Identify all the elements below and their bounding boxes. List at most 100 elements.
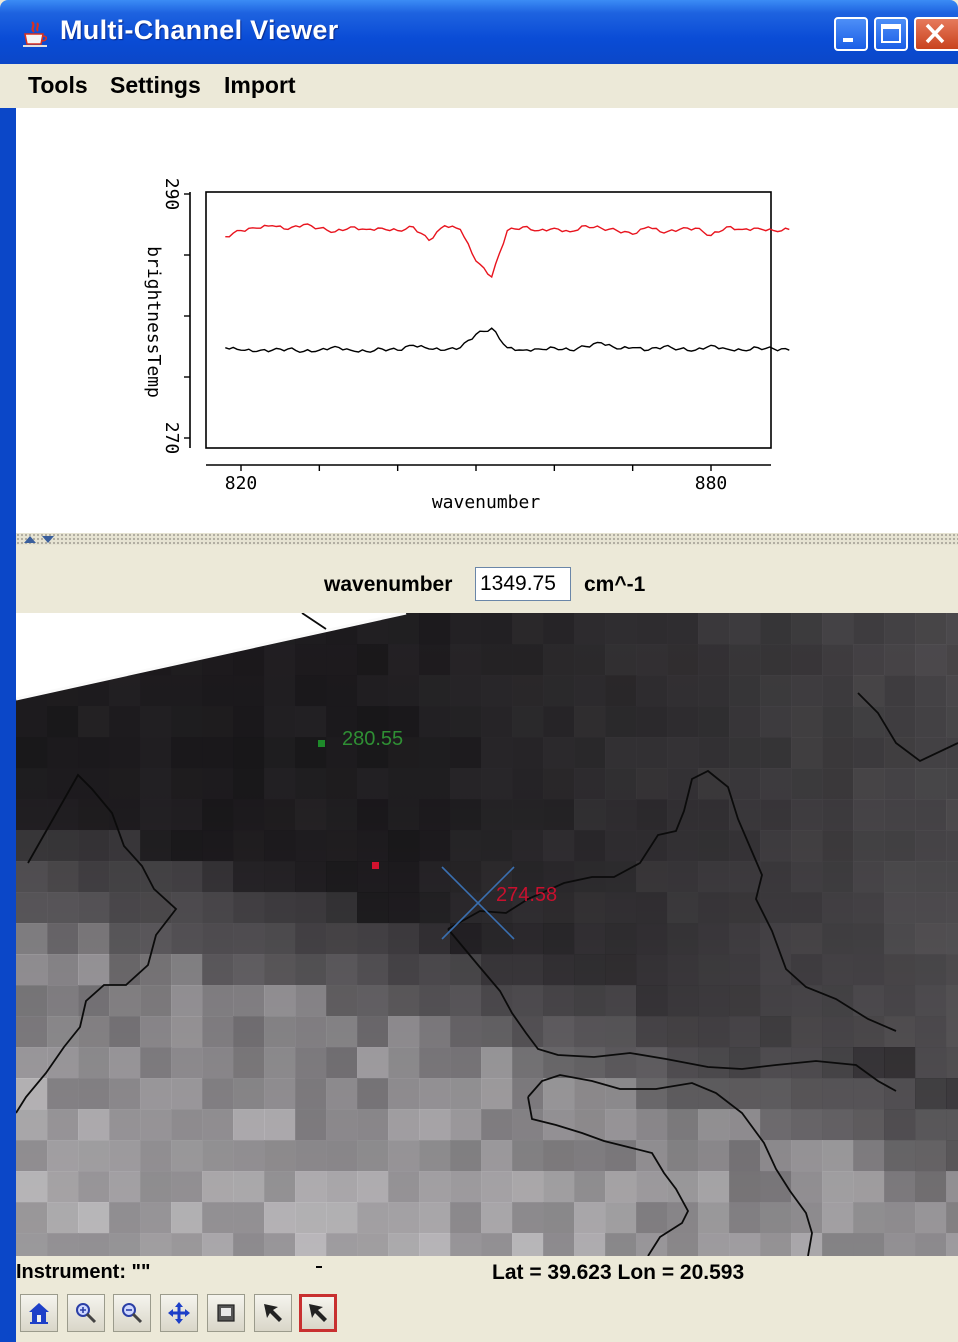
map-pixel [946, 644, 958, 676]
map-pixel [419, 830, 451, 862]
map-svg[interactable]: 280.55 274.58 [16, 613, 958, 1256]
y-axis-label: brightnessTemp [143, 246, 164, 398]
menu-tools[interactable]: Tools [28, 72, 88, 99]
map-pixel [636, 1202, 668, 1234]
map-pixel [667, 737, 699, 769]
menu-import[interactable]: Import [224, 72, 296, 99]
map-pixel [853, 1109, 885, 1141]
split-pane-divider[interactable] [16, 533, 958, 545]
wavenumber-input[interactable] [475, 567, 571, 601]
map-pixel [636, 892, 668, 924]
probe-point-red[interactable] [372, 862, 379, 869]
map-pixel [140, 1202, 172, 1234]
map-pixel [698, 861, 730, 893]
map-pixel [760, 1202, 792, 1234]
map-pixel [822, 613, 854, 645]
map-pixel [16, 768, 48, 800]
pan-icon [168, 1302, 190, 1324]
home-button[interactable] [20, 1294, 58, 1332]
map-pixel [884, 1233, 916, 1256]
image-map-view[interactable]: 280.55 274.58 [16, 613, 958, 1256]
pointer-button[interactable] [254, 1294, 292, 1332]
spectrum-chart-panel[interactable]: 820 880 290 270 wavenumber brightnessTem… [16, 108, 958, 533]
map-pixel [481, 737, 513, 769]
probe-point-green[interactable] [318, 740, 325, 747]
map-pixel [171, 861, 203, 893]
split-arrows-icon[interactable] [22, 534, 66, 544]
map-pixel [264, 1233, 296, 1256]
map-pixel [946, 675, 958, 707]
map-pixel [760, 706, 792, 738]
map-pixel [729, 985, 761, 1017]
map-pixel [543, 1171, 575, 1203]
map-pixel [16, 737, 48, 769]
map-pixel [760, 768, 792, 800]
zoom-in-button[interactable] [67, 1294, 105, 1332]
map-pixel [419, 985, 451, 1017]
menu-settings[interactable]: Settings [110, 72, 201, 99]
map-pixel [574, 799, 606, 831]
map-pixel [853, 954, 885, 986]
map-pixel [884, 892, 916, 924]
pan-button[interactable] [160, 1294, 198, 1332]
map-pixel [202, 1109, 234, 1141]
map-pixel [357, 1233, 389, 1256]
map-pixel [667, 675, 699, 707]
map-pixel [853, 861, 885, 893]
map-pixel [450, 830, 482, 862]
map-pixel [171, 706, 203, 738]
map-pixel [729, 1047, 761, 1079]
map-pixel [853, 1233, 885, 1256]
map-pixel [326, 675, 358, 707]
map-pixel [326, 923, 358, 955]
maximize-button[interactable] [874, 17, 908, 51]
map-pixel [171, 830, 203, 862]
map-pixel [233, 954, 265, 986]
map-pixel [636, 613, 668, 645]
map-pixel [667, 830, 699, 862]
map-pixel [512, 644, 544, 676]
select-box-button[interactable] [207, 1294, 245, 1332]
close-button[interactable] [914, 17, 958, 51]
map-pixel [791, 954, 823, 986]
map-pixel [357, 675, 389, 707]
map-pixel [295, 799, 327, 831]
map-pixel [946, 799, 958, 831]
map-pixel [822, 1140, 854, 1172]
spectrum-chart[interactable]: 820 880 290 270 wavenumber brightnessTem… [16, 108, 958, 533]
map-pixel [698, 644, 730, 676]
map-pixel [388, 799, 420, 831]
map-pixel [78, 923, 110, 955]
map-pixel [78, 1233, 110, 1256]
map-pixel [543, 1078, 575, 1110]
map-pixel [295, 675, 327, 707]
map-pixel [698, 737, 730, 769]
map-pixel [326, 1109, 358, 1141]
zoom-in-icon [76, 1303, 97, 1324]
map-pixel [605, 1171, 637, 1203]
map-pixel [884, 706, 916, 738]
map-pixel [574, 768, 606, 800]
map-pixel [729, 923, 761, 955]
map-pixel [326, 1140, 358, 1172]
map-pixel [295, 1233, 327, 1256]
map-pixel [233, 706, 265, 738]
minimize-button[interactable] [834, 17, 868, 51]
zoom-out-button[interactable] [113, 1294, 151, 1332]
title-bar[interactable]: Multi-Channel Viewer [0, 0, 958, 64]
map-pixel [698, 1047, 730, 1079]
map-pixel [760, 923, 792, 955]
series-line-2 [225, 327, 790, 354]
map-pixel [481, 768, 513, 800]
probe-pointer-button[interactable] [299, 1294, 337, 1332]
map-toolbar [16, 1290, 958, 1342]
map-pixel [202, 1016, 234, 1048]
map-pixel [233, 1109, 265, 1141]
map-pixel [78, 892, 110, 924]
map-pixel [946, 923, 958, 955]
map-pixel [419, 1202, 451, 1234]
map-pixel [636, 675, 668, 707]
map-pixel [667, 861, 699, 893]
map-pixel [140, 861, 172, 893]
map-pixel [822, 830, 854, 862]
